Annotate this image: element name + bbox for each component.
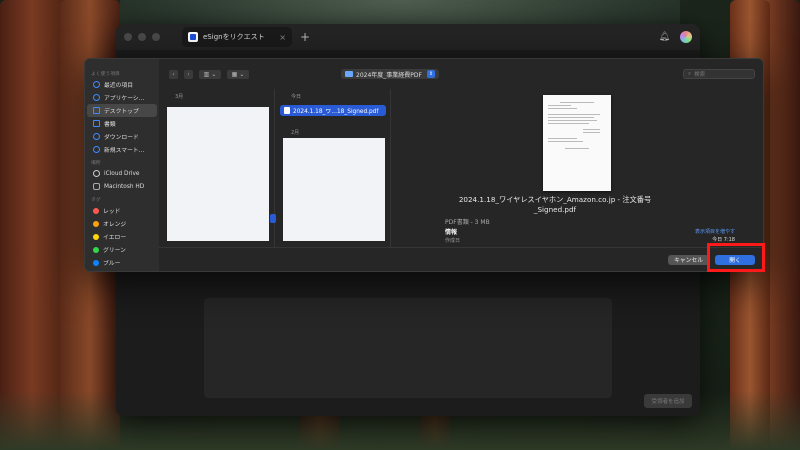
file-item-selected[interactable]: 2024.1.18_ワ…18_Signed.pdf [280,105,386,116]
back-button[interactable]: ‹ [169,69,178,79]
cloud-icon [93,170,100,177]
add-recipient-button[interactable]: 受領者を追加 [644,394,692,408]
acrobat-logo-icon [188,32,198,42]
sidebar-item-smart-folder[interactable]: 新規スマート… [87,143,157,156]
tag-dot-icon [93,233,99,240]
show-more-link[interactable]: 表示項目を増やす [695,228,735,235]
sidebar-item-label: アプリケーシ… [104,96,145,102]
column-header: 3月 [175,94,184,100]
sidebar-item-label: 書類 [104,122,116,128]
sidebar-item-desktop[interactable]: デスクトップ [87,104,157,117]
apps-icon [93,94,100,101]
sidebar-item-label: イエロー [103,235,127,241]
path-label: 2024年度_事業経費PDF [356,71,422,79]
tag-dot-icon [93,246,99,253]
sidebar-item-label: レッド [103,209,121,215]
sidebar-item-applications[interactable]: アプリケーシ… [87,91,157,104]
file-thumbnail[interactable] [167,107,269,241]
tab-esign-request[interactable]: eSignをリクエスト × [182,27,292,47]
grid-icon: ▦ [231,70,238,78]
minimize-window-button[interactable] [138,33,146,41]
dialog-toolbar: ‹ › ▥ ⌄ ▦ ⌄ [159,59,763,89]
search-field[interactable]: ⌕ 検索 [683,69,755,79]
sidebar-item-label: オレンジ [103,222,127,228]
bell-icon[interactable]: 🔔︎ [659,32,670,42]
file-thumbnail[interactable] [283,138,385,241]
sidebar-item-icloud[interactable]: iCloud Drive [87,167,157,180]
window-controls [124,33,160,41]
file-name-line: 2024.1.18_ワイヤレスイヤホン_Amazon.co.jp - 注文番号 [458,195,652,204]
cancel-button[interactable]: キャンセル [668,254,709,265]
sidebar-tag-blue[interactable]: ブルー [87,256,157,269]
clock-icon [93,81,100,88]
document-icon [93,120,100,127]
desktop-icon [93,107,100,114]
group-view-button[interactable]: ▦ ⌄ [227,69,249,79]
title-bar: eSignをリクエスト × + 🔔︎ [116,24,700,50]
download-icon [93,133,100,140]
file-open-dialog: よく使う項目 最近の項目 アプリケーシ… デスクトップ 書類 ダウンロード 新規… [84,58,764,272]
sidebar-item-label: Macintosh HD [104,183,145,190]
search-icon: ⌕ [688,70,692,77]
path-popup[interactable]: 2024年度_事業経費PDF ⇕ [341,69,439,79]
sidebar-item-label: 新規スマート… [104,148,145,154]
info-header: 情報 [445,229,458,236]
sidebar-item-documents[interactable]: 書類 [87,117,157,130]
disk-icon [93,183,100,190]
avatar[interactable] [680,31,692,43]
file-preview-pane: 2024.1.18_ワイヤレスイヤホン_Amazon.co.jp - 注文番号 … [391,89,763,247]
smart-folder-icon [93,146,100,153]
sidebar-item-label: iCloud Drive [104,170,140,177]
tag-dot-icon [93,259,99,266]
file-column-march: 3月 [159,89,276,247]
search-placeholder: 検索 [694,72,706,78]
file-name-line: _Signed.pdf [533,205,577,214]
sidebar-tag-green[interactable]: グリーン [87,243,157,256]
sidebar-tag-orange[interactable]: オレンジ [87,217,157,230]
sidebar-item-label: グリーン [103,248,126,254]
folder-icon [345,71,353,77]
created-value: 今日 7:18 [712,237,735,243]
sidebar-item-label: ダウンロード [104,135,139,141]
document-drop-area[interactable] [204,298,612,398]
columns-icon: ▥ [203,70,210,78]
column-view-button[interactable]: ▥ ⌄ [199,69,221,79]
column-header: 今日 [291,94,302,100]
pdf-preview-thumbnail [543,95,611,191]
chevron-down-icon: ⌄ [211,70,217,78]
tag-dot-icon [93,220,99,227]
zoom-window-button[interactable] [152,33,160,41]
pdf-file-icon [284,107,290,114]
file-meta: PDF書類 - 3 MB [445,219,490,226]
created-label: 作成日 [445,238,461,244]
file-column-today: 今日 2024.1.18_ワ…18_Signed.pdf 2月 [275,89,391,247]
tab-title: eSignをリクエスト [203,33,265,41]
chevron-updown-icon: ⇕ [427,70,435,78]
sidebar-item-label: デスクトップ [104,109,139,115]
sidebar-item-label: ブルー [103,261,121,267]
tab-close-icon[interactable]: × [279,33,286,42]
forward-button[interactable]: › [184,69,193,79]
sidebar-item-downloads[interactable]: ダウンロード [87,130,157,143]
favorites-header: よく使う項目 [91,72,120,77]
new-tab-button[interactable]: + [300,30,310,44]
dialog-footer: キャンセル 開く [159,247,763,271]
preview-file-name: 2024.1.18_ワイヤレスイヤホン_Amazon.co.jp - 注文番号 … [445,195,665,215]
tags-header: タグ [91,198,101,203]
chevron-down-icon: ⌄ [239,70,245,78]
sidebar-tag-yellow[interactable]: イエロー [87,230,157,243]
tag-dot-icon [93,207,99,214]
open-button-highlight [707,243,765,272]
close-window-button[interactable] [124,33,132,41]
sidebar-tag-red[interactable]: レッド [87,204,157,217]
sidebar-item-label: 最近の項目 [104,83,133,89]
dialog-sidebar: よく使う項目 最近の項目 アプリケーシ… デスクトップ 書類 ダウンロード 新規… [85,59,159,271]
sidebar-item-macintosh-hd[interactable]: Macintosh HD [87,180,157,193]
locations-header: 場所 [91,161,101,166]
sidebar-item-recents[interactable]: 最近の項目 [87,78,157,91]
file-name: 2024.1.18_ワ…18_Signed.pdf [293,109,379,115]
